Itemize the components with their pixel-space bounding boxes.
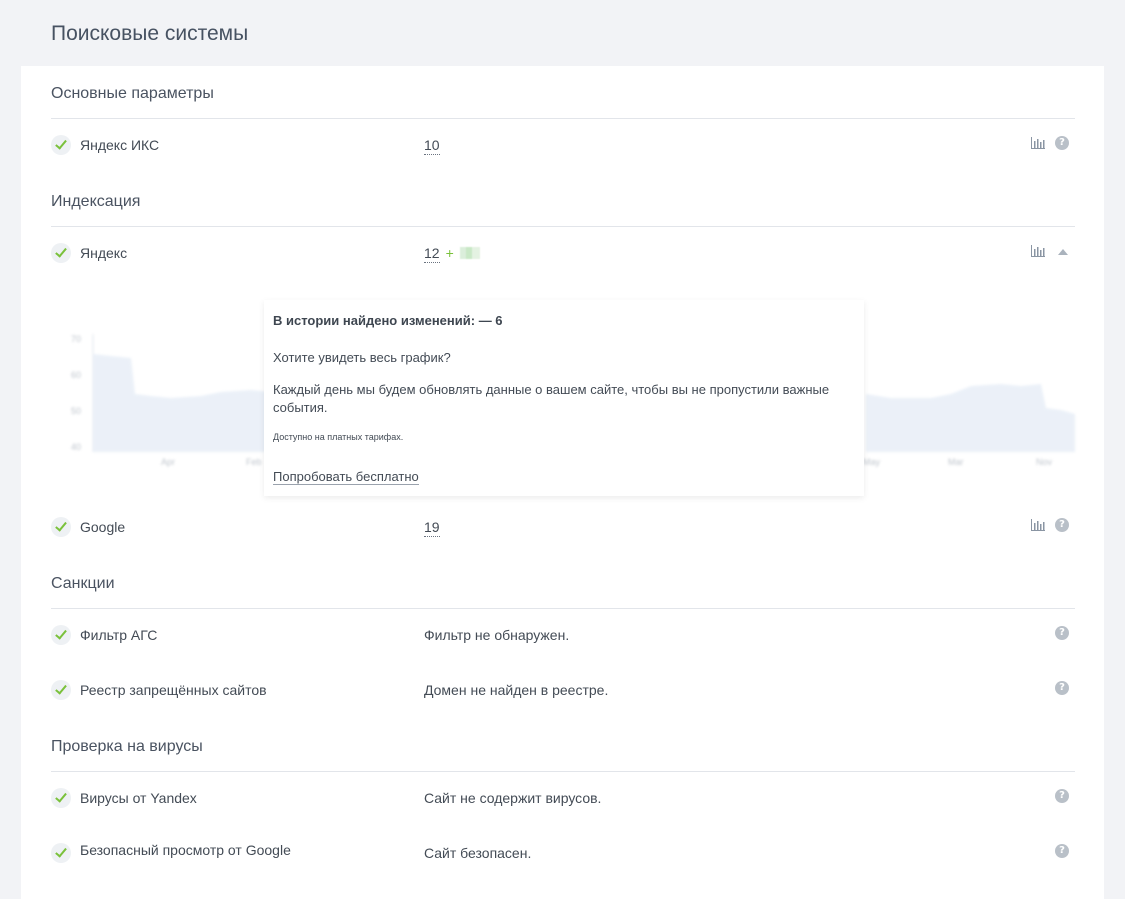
check-icon (51, 625, 71, 645)
plus-sign: + (445, 245, 454, 261)
bar-chart-icon[interactable] (1031, 519, 1045, 531)
row-value-registry: Домен не найден в реестре. (424, 682, 609, 698)
x-tick-label: Feb (246, 457, 262, 467)
row-label-yandex-iks: Яндекс ИКС (80, 137, 160, 153)
row-label-google-safe: Безопасный просмотр от Google (80, 842, 291, 858)
yandex-iks-value-link[interactable]: 10 (424, 137, 440, 155)
row-label-ags: Фильтр АГС (80, 627, 158, 643)
y-tick-label: 40 (71, 442, 81, 452)
check-icon (51, 680, 71, 700)
section-title-sanctions: Санкции (51, 575, 115, 592)
blurred-delta (459, 247, 480, 259)
row-value-google: 19 (424, 519, 440, 537)
section-title-indexing: Индексация (51, 193, 141, 210)
bar-chart-icon[interactable] (1031, 137, 1045, 149)
divider (51, 771, 1075, 772)
search-engines-card: Основные параметры Яндекс ИКС 10 ? Индек… (21, 66, 1104, 899)
chart-area-left (93, 354, 291, 452)
question-icon[interactable]: ? (1055, 789, 1069, 803)
row-value-yandex-viruses: Сайт не содержит вирусов. (424, 790, 602, 806)
y-tick-label: 50 (71, 406, 81, 416)
y-tick-label: 60 (71, 370, 81, 380)
upsell-popup: В истории найдено изменений: — 6 Хотите … (264, 300, 864, 496)
google-index-value-link[interactable]: 19 (424, 519, 440, 537)
question-icon[interactable]: ? (1055, 518, 1069, 532)
row-label-google: Google (80, 519, 126, 535)
question-icon[interactable]: ? (1055, 136, 1069, 150)
yandex-index-value-link[interactable]: 12 (424, 245, 440, 263)
check-icon (51, 843, 71, 863)
section-title-viruses: Проверка на вирусы (51, 738, 203, 755)
x-tick-label: Nov (1036, 457, 1053, 467)
question-icon[interactable]: ? (1055, 844, 1069, 858)
x-tick-label: May (863, 457, 881, 467)
section-title-main: Основные параметры (51, 85, 214, 102)
row-value-yandex-iks: 10 (424, 137, 440, 155)
row-value-yandex: 12 + (424, 245, 480, 263)
question-icon[interactable]: ? (1055, 681, 1069, 695)
check-icon (51, 135, 71, 155)
check-icon (51, 517, 71, 537)
bar-chart-icon[interactable] (1031, 245, 1045, 257)
row-label-yandex: Яндекс (80, 245, 128, 261)
row-value-google-safe: Сайт безопасен. (424, 845, 532, 861)
check-icon (51, 243, 71, 263)
row-label-yandex-viruses: Вирусы от Yandex (80, 790, 197, 806)
x-tick-label: Apr (161, 457, 175, 467)
y-tick-label: 70 (71, 334, 81, 344)
check-icon (51, 788, 71, 808)
popup-question: Хотите увидеть весь график? (273, 350, 451, 365)
row-value-ags: Фильтр не обнаружен. (424, 627, 570, 643)
divider (51, 608, 1075, 609)
divider (51, 226, 1075, 227)
divider (51, 118, 1075, 119)
question-icon[interactable]: ? (1055, 626, 1069, 640)
collapse-up-icon[interactable] (1058, 249, 1068, 255)
x-tick-label: Mar (948, 457, 964, 467)
popup-note: Доступно на платных тарифах. (273, 432, 404, 442)
chart-area-right (866, 384, 1075, 452)
page-title: Поисковые системы (51, 22, 249, 45)
try-free-link[interactable]: Попробовать бесплатно (273, 469, 419, 485)
popup-title: В истории найдено изменений: — 6 (273, 313, 503, 328)
popup-body: Каждый день мы будем обновлять данные о … (273, 382, 830, 415)
row-label-registry: Реестр запрещённых сайтов (80, 682, 267, 698)
